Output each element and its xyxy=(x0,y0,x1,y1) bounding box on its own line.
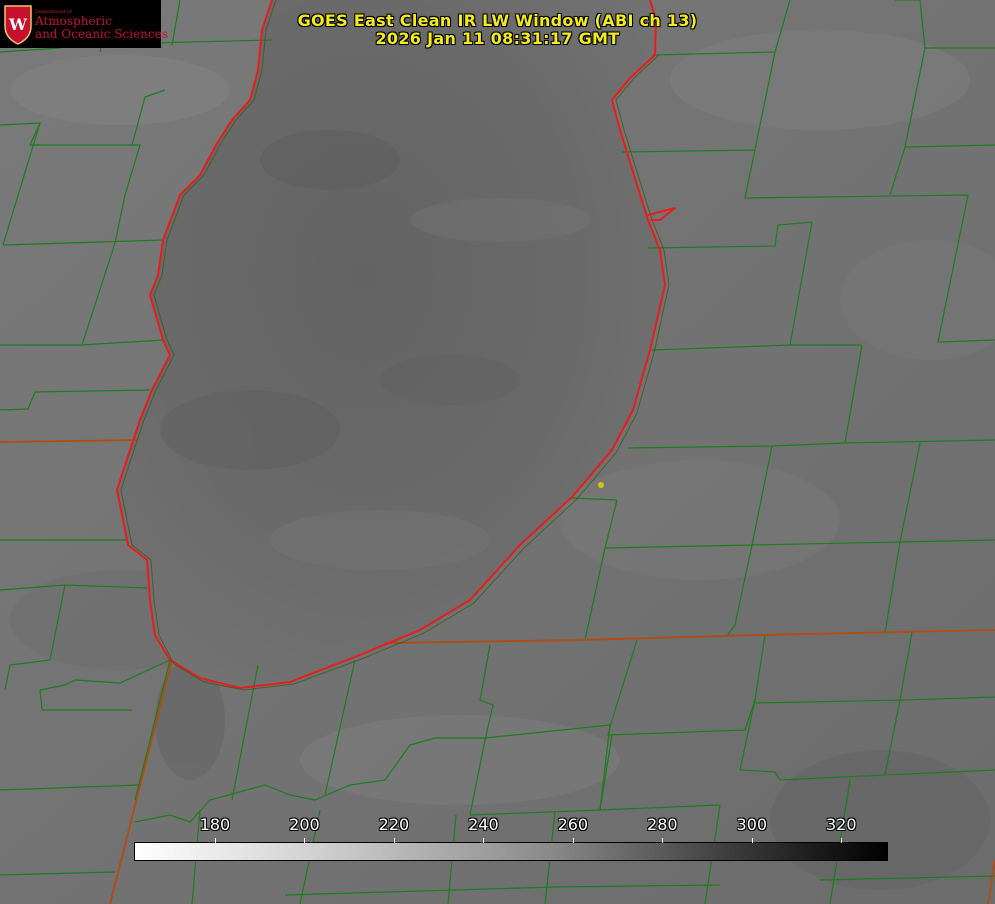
image-timestamp: 2026 Jan 11 08:31:17 GMT xyxy=(375,29,620,48)
station-marker xyxy=(598,482,604,488)
colorbar-tick-label: 280 xyxy=(647,815,678,834)
colorbar-tick-label: 180 xyxy=(199,815,231,834)
temperature-colorbar xyxy=(134,842,888,861)
colorbar-tick-mark xyxy=(572,838,574,843)
colorbar-tick-mark xyxy=(214,838,216,843)
colorbar-tick-label: 300 xyxy=(736,815,768,834)
colorbar-tick-mark xyxy=(393,838,395,843)
colorbar-tick-label: 260 xyxy=(557,815,589,834)
colorbar-tick-mark xyxy=(662,838,664,843)
colorbar-tick-mark xyxy=(483,838,485,843)
colorbar-tick-mark xyxy=(841,838,843,843)
image-title: GOES East Clean IR LW Window (ABI ch 13) xyxy=(297,11,698,30)
colorbar-tick-mark xyxy=(304,838,306,843)
colorbar-tick-label: 200 xyxy=(289,815,320,834)
colorbar-tick-label: 220 xyxy=(378,815,410,834)
colorbar-tick-mark xyxy=(751,838,753,843)
colorbar-tick-label: 240 xyxy=(468,815,499,834)
colorbar-tick-label: 320 xyxy=(825,815,857,834)
satellite-map xyxy=(0,0,995,904)
